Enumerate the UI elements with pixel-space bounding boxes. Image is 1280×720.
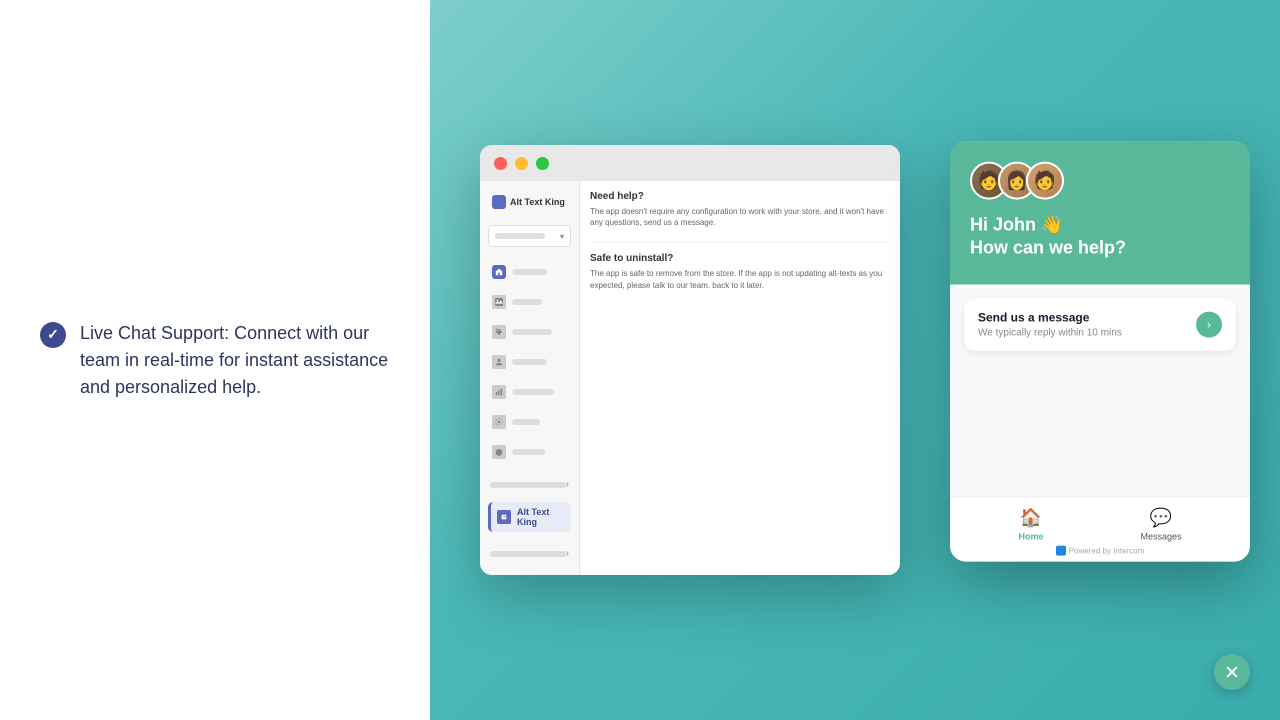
nav-label [512,329,552,335]
app-icon-small [497,510,511,524]
image-icon [492,295,506,309]
chat-header: 🧑 👩 🧑 Hi John 👋 How can we help? [950,142,1250,285]
home-tab-icon: 🏠 [1020,508,1042,529]
send-message-content: Send us a message We typically reply wit… [978,310,1122,338]
label-bar [490,482,566,488]
greeting-line2: How can we help? [970,237,1230,260]
chat-tabs: 🏠 Home 💬 Messages [970,508,1230,542]
tab-home-label: Home [1018,532,1043,542]
tag-icon [492,325,506,339]
intercom-logo [1056,546,1066,556]
chevron-right-icon-2: › [566,548,569,559]
powered-by-text: Powered by Intercom [1069,546,1145,555]
chat-widget: 🧑 👩 🧑 Hi John 👋 How can we help? Send us… [950,142,1250,562]
sidebar-app-header: Alt Text King [488,191,571,213]
tab-messages-label: Messages [1140,532,1181,542]
faq-title-2: Safe to uninstall? [590,253,890,264]
sidebar-dropdown[interactable]: ▾ [488,225,571,247]
label-bar [490,551,566,557]
feature-item: Live Chat Support: Connect with our team… [40,320,390,401]
powered-by: Powered by Intercom [970,546,1230,556]
nav-item-user[interactable] [488,351,571,373]
home-icon [492,265,506,279]
dot-yellow[interactable] [515,157,528,170]
sidebar-app-name: Alt Text King [510,197,565,207]
tab-home[interactable]: 🏠 Home [1018,508,1043,542]
settings-icon [492,415,506,429]
nav-label [512,449,545,455]
send-message-card[interactable]: Send us a message We typically reply wit… [964,298,1236,350]
browser-window: Alt Text King ▾ [480,145,900,575]
left-panel: Live Chat Support: Connect with our team… [0,0,430,720]
expand-row-2[interactable]: › [488,544,571,563]
send-message-subtitle: We typically reply within 10 mins [978,327,1122,338]
nav-item-home[interactable] [488,261,571,283]
avatar-3: 🧑 [1026,162,1064,200]
chat-footer: 🏠 Home 💬 Messages Powered by Intercom [950,497,1250,562]
nav-label [512,269,547,275]
nav-item-tag[interactable] [488,321,571,343]
right-panel: Alt Text King ▾ [430,0,1280,720]
nav-item-settings[interactable] [488,411,571,433]
nav-label [512,359,547,365]
feature-text: Live Chat Support: Connect with our team… [80,320,390,401]
faq-text-1: The app doesn't require any configuratio… [590,206,890,228]
messages-tab-icon: 💬 [1150,508,1172,529]
faq-item-1: Need help? The app doesn't require any c… [590,191,890,228]
chevron-down-icon: ▾ [560,232,564,241]
browser-titlebar [480,145,900,181]
chart-icon [492,385,506,399]
app-main: Need help? The app doesn't require any c… [580,181,900,575]
chat-close-button[interactable] [1214,654,1250,690]
shield-icon [492,445,506,459]
dot-green[interactable] [536,157,549,170]
nav-item-shield[interactable] [488,441,571,463]
send-message-title: Send us a message [978,310,1122,324]
nav-label [512,419,540,425]
send-arrow-icon[interactable]: › [1196,311,1222,337]
check-icon [40,322,66,348]
chevron-right-icon: › [566,479,569,490]
active-nav-label: Alt Text King [517,507,565,527]
nav-label [512,299,542,305]
greeting-line1: Hi John 👋 [970,214,1230,237]
faq-title-1: Need help? [590,191,890,202]
chat-spacer [964,360,1236,482]
nav-item-chart[interactable] [488,381,571,403]
chat-greeting: Hi John 👋 How can we help? [970,214,1230,261]
dropdown-bar [495,233,545,239]
faq-item-2: Safe to uninstall? The app is safe to re… [590,253,890,290]
chat-avatars: 🧑 👩 🧑 [970,162,1230,200]
nav-item-image[interactable] [488,291,571,313]
app-sidebar: Alt Text King ▾ [480,181,580,575]
faq-text-2: The app is safe to remove from the store… [590,268,890,290]
nav-label [512,389,554,395]
expand-row-1[interactable]: › [488,475,571,494]
chat-body: Send us a message We typically reply wit… [950,284,1250,496]
user-icon [492,355,506,369]
browser-body: Alt Text King ▾ [480,181,900,575]
tab-messages[interactable]: 💬 Messages [1140,508,1181,542]
dot-red[interactable] [494,157,507,170]
sidebar-app-icon [492,195,506,209]
nav-item-active[interactable]: Alt Text King [488,502,571,532]
divider [590,242,890,243]
